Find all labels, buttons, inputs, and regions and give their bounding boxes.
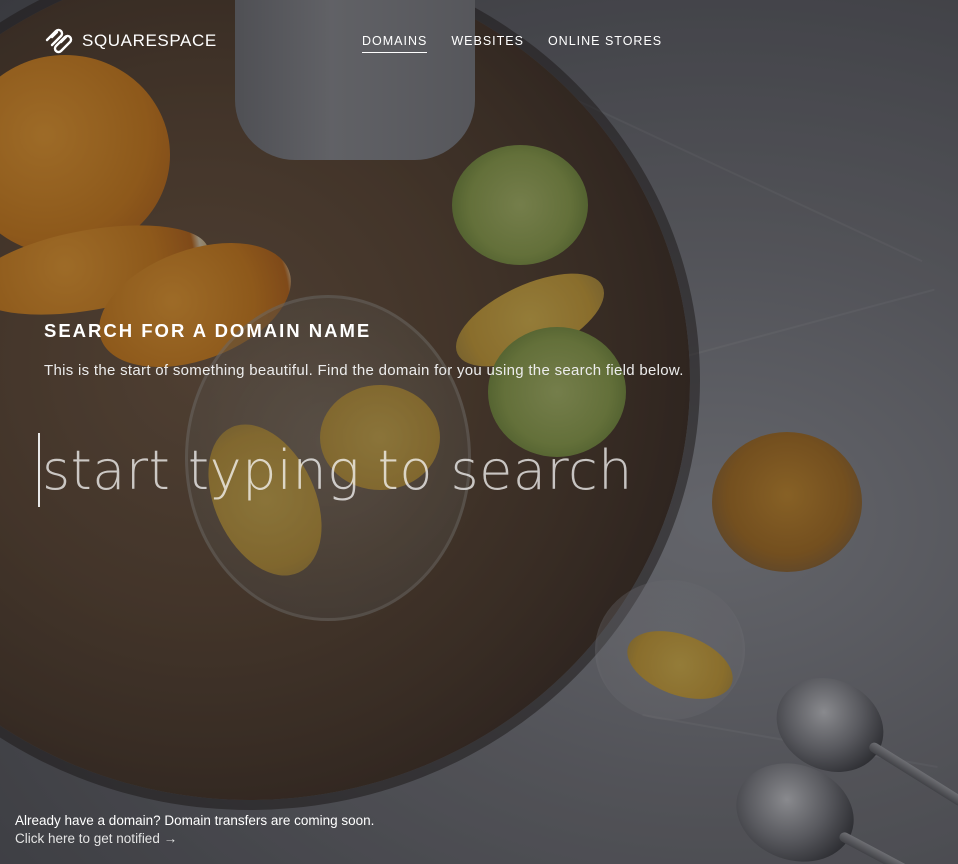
text-cursor (38, 433, 40, 507)
brand-name: SQUARESPACE (82, 31, 217, 50)
get-notified-link[interactable]: Click here to get notified → (15, 830, 374, 848)
page-title: SEARCH FOR A DOMAIN NAME (44, 320, 372, 341)
nav-item-domains[interactable]: DOMAINS (362, 34, 428, 53)
transfer-notice: Already have a domain? Domain transfers … (15, 812, 374, 848)
transfer-notice-text: Already have a domain? Domain transfers … (15, 813, 375, 828)
nav-item-online-stores[interactable]: ONLINE STORES (548, 34, 662, 53)
domain-search (38, 432, 838, 508)
domain-search-input[interactable] (42, 438, 802, 502)
page-subtitle: This is the start of something beautiful… (44, 362, 684, 379)
main-nav: DOMAINS WEBSITES ONLINE STORES (362, 34, 662, 53)
nav-item-websites[interactable]: WEBSITES (451, 34, 524, 53)
brand-logo[interactable]: SQUARESPACE (44, 28, 217, 54)
squarespace-logo-icon (45, 28, 73, 54)
